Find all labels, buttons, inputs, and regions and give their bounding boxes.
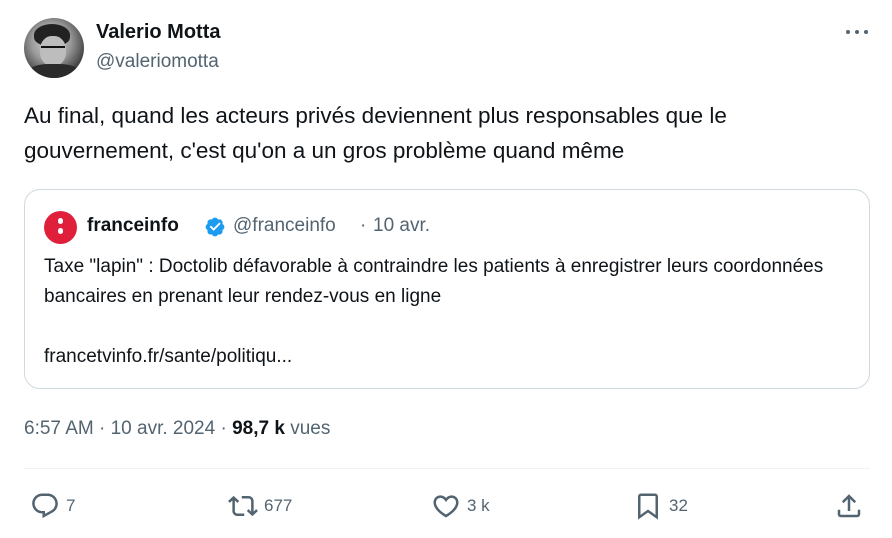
views-label: vues (290, 418, 331, 439)
quote-link[interactable]: francetvinfo.fr/sante/politiqu... (44, 342, 292, 372)
tweet-time[interactable]: 6:57 AM (24, 418, 94, 439)
bookmark-button[interactable]: 32 (633, 490, 688, 522)
quote-text: Taxe "lapin" : Doctolib défavorable à co… (44, 256, 824, 307)
author-avatar[interactable] (24, 18, 84, 78)
tweet-date[interactable]: 10 avr. 2024 (111, 418, 216, 439)
quote-author-name[interactable]: franceinfo (87, 214, 179, 238)
heart-icon (433, 495, 459, 518)
meta-separator: · (99, 418, 106, 439)
reply-count: 7 (66, 496, 76, 515)
reply-icon (32, 493, 58, 519)
quoted-tweet-card[interactable]: franceinfo @franceinfo · 10 avr. Taxe "l… (24, 189, 870, 389)
more-dot (855, 30, 859, 34)
franceinfo-logo-icon[interactable] (44, 211, 77, 244)
repost-count: 677 (264, 496, 293, 515)
reply-button[interactable]: 7 (30, 490, 75, 522)
author-handle[interactable]: @valeriomotta (96, 50, 219, 74)
avatar-body (28, 64, 80, 78)
logo-dot-bottom (58, 228, 63, 234)
more-dot (864, 30, 868, 34)
like-count: 3 k (467, 496, 490, 515)
repost-button[interactable]: 677 (228, 490, 292, 522)
logo-dot-top (58, 218, 63, 224)
divider (24, 468, 870, 469)
author-name[interactable]: Valerio Motta (96, 20, 220, 44)
tweet-meta: 6:57 AM · 10 avr. 2024 · 98,7 k vues (24, 417, 330, 441)
bookmark-icon (638, 493, 658, 520)
avatar-glasses (41, 46, 65, 54)
views-count: 98,7 k (232, 418, 285, 439)
share-button[interactable] (834, 490, 864, 522)
more-options-icon[interactable] (846, 20, 868, 44)
repost-icon (228, 495, 258, 517)
bookmark-count: 32 (669, 496, 688, 515)
verified-badge-icon (205, 217, 225, 237)
more-dot (846, 30, 850, 34)
share-icon (837, 494, 861, 518)
meta-separator: · (220, 418, 227, 439)
like-button[interactable]: 3 k (431, 490, 490, 522)
tweet-text: Au final, quand les acteurs privés devie… (24, 103, 727, 163)
quote-author-handle[interactable]: @franceinfo (233, 214, 336, 238)
quote-separator: · (360, 215, 367, 236)
quote-date[interactable]: 10 avr. (373, 214, 430, 238)
